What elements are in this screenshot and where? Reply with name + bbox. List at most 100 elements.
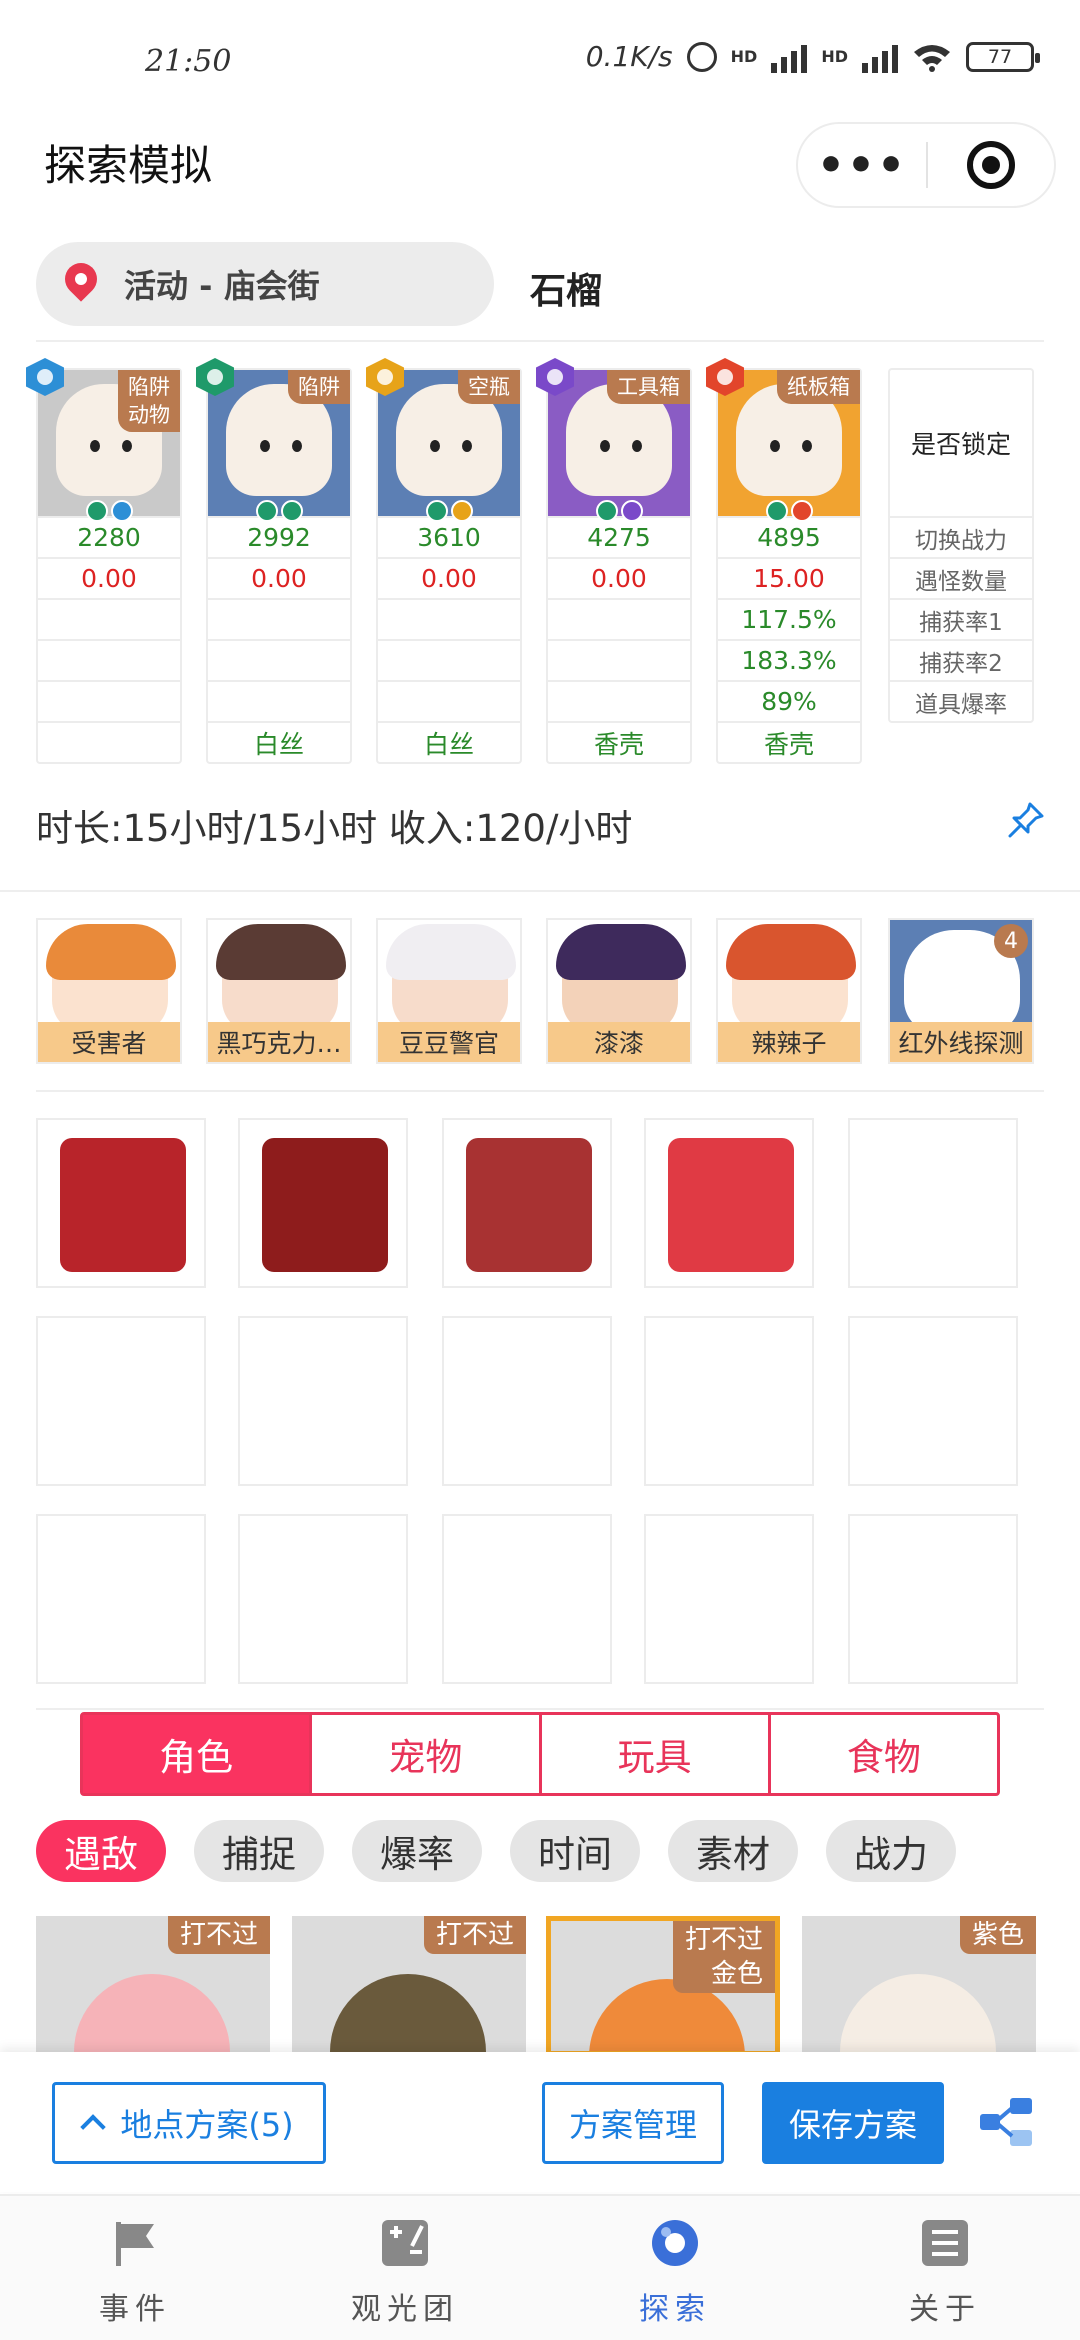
element-icon (706, 358, 744, 396)
page-title: 探索模拟 (44, 141, 213, 190)
more-dots-icon[interactable]: ••• (798, 140, 926, 191)
item-slot-empty[interactable] (36, 1514, 206, 1684)
chip-drop-rate[interactable]: 爆率 (352, 1820, 482, 1882)
status-time: 21:50 (145, 44, 232, 79)
item-slot-filled[interactable] (442, 1118, 612, 1288)
hero-hair (556, 924, 686, 980)
item-slot-empty[interactable] (442, 1316, 612, 1486)
save-plan-button[interactable]: 保存方案 (762, 2082, 944, 2164)
manage-plans-button[interactable]: 方案管理 (542, 2082, 724, 2164)
item-slot-empty[interactable] (848, 1316, 1018, 1486)
capture-rate-1 (378, 598, 520, 639)
tab-pet[interactable]: 宠物 (309, 1715, 538, 1793)
team-portrait[interactable]: 陷阱 动物 (26, 358, 180, 522)
item-slot-empty[interactable] (36, 1316, 206, 1486)
list-icon (922, 2220, 968, 2266)
item-slot-filled[interactable] (36, 1118, 206, 1288)
power-value: 2280 (38, 516, 180, 557)
team-portrait[interactable]: 陷阱 (196, 358, 350, 522)
character-card[interactable]: 紫色 (802, 1916, 1036, 2056)
nav-item-about[interactable]: 关于 (810, 2196, 1080, 2340)
tab-role[interactable]: 角色 (83, 1715, 310, 1793)
monster-count-value: 0.00 (548, 557, 690, 598)
character-card[interactable]: 打不过 (292, 1916, 526, 2056)
character-status-tag: 打不过 金色 (672, 1921, 775, 1993)
chip-encounter[interactable]: 遇敌 (36, 1820, 166, 1882)
duration-income-text: 时长:15小时/15小时 收入:120/小时 (36, 807, 633, 850)
item-slot-empty[interactable] (848, 1514, 1018, 1684)
chip-time[interactable]: 时间 (510, 1820, 640, 1882)
tab-toy[interactable]: 玩具 (538, 1715, 768, 1793)
hero-name: 漆漆 (548, 1022, 690, 1062)
item-slot-empty[interactable] (238, 1316, 408, 1486)
item-slot-filled[interactable] (644, 1118, 814, 1288)
team-member-column[interactable]: 陷阱 2992 0.00 白丝 (196, 358, 352, 764)
hired-hero-card[interactable]: 漆漆 (546, 918, 692, 1064)
hero-hair (726, 924, 856, 980)
monster-count-value: 0.00 (208, 557, 350, 598)
count-badge: 4 (994, 924, 1028, 958)
avatar-eye (90, 440, 100, 452)
drop-rate-value: 89% (718, 680, 860, 721)
item-slot-filled[interactable] (238, 1118, 408, 1288)
monster-count-value: 15.00 (718, 557, 860, 598)
alarm-icon (686, 41, 717, 72)
team-member-column[interactable]: 空瓶 3610 0.00 白丝 (366, 358, 522, 764)
team-portrait[interactable]: 纸板箱 (706, 358, 860, 522)
close-target-button[interactable] (928, 141, 1054, 189)
team-member-column[interactable]: 工具箱 4275 0.00 香壳 (536, 358, 692, 764)
chip-capture[interactable]: 捕捉 (194, 1820, 324, 1882)
sort-filter-chips: 遇敌 捕捉 爆率 时间 素材 战力 (36, 1820, 956, 1882)
chip-material[interactable]: 素材 (668, 1820, 798, 1882)
trait-badge: 空瓶 (458, 370, 520, 404)
lock-column[interactable]: 是否锁定 切换战力 遇怪数量 捕获率1 捕获率2 道具爆率 (888, 368, 1034, 723)
item-slot-empty[interactable] (644, 1316, 814, 1486)
hired-hero-card[interactable]: 受害者 (36, 918, 182, 1064)
network-speed: 0.1K/s (585, 40, 673, 73)
power-value: 2992 (208, 516, 350, 557)
team-member-column[interactable]: 纸板箱 4895 15.00 117.5% 183.3% 89% 香壳 (706, 358, 862, 764)
hero-name: 黑巧克力… (208, 1022, 350, 1062)
hired-hero-card[interactable]: 红外线探测 4 (888, 918, 1034, 1064)
nav-label: 探索 (639, 2292, 711, 2327)
character-card[interactable]: 打不过 金色 (546, 1916, 780, 2056)
lock-header[interactable]: 是否锁定 (890, 370, 1032, 516)
team-member-column[interactable]: 陷阱 动物 2280 0.00 (26, 358, 182, 764)
skill-icon (255, 500, 278, 522)
flag-icon (116, 2222, 154, 2266)
bottom-nav: 事件 观光团 探索 关于 (0, 2194, 1080, 2340)
avatar-eye (122, 440, 132, 452)
tab-food[interactable]: 食物 (767, 1715, 997, 1793)
capture-rate-1 (208, 598, 350, 639)
chip-power[interactable]: 战力 (826, 1820, 956, 1882)
material-value: 白丝 (378, 721, 520, 762)
location-selector[interactable]: 活动 - 庙会街 (36, 242, 494, 326)
team-portrait[interactable]: 空瓶 (366, 358, 520, 522)
skill-icons (378, 500, 520, 522)
hired-hero-card[interactable]: 豆豆警官 (376, 918, 522, 1064)
lock-row-label: 捕获率2 (890, 639, 1032, 680)
nav-item-explore[interactable]: 探索 (540, 2196, 810, 2340)
item-slot-empty[interactable] (848, 1118, 1018, 1288)
hired-hero-card[interactable]: 黑巧克力… (206, 918, 352, 1064)
character-portrait (74, 1974, 230, 2056)
location-plans-button[interactable]: 地点方案(5) (52, 2082, 326, 2164)
item-slot-empty[interactable] (238, 1514, 408, 1684)
monster-count-value: 0.00 (378, 557, 520, 598)
item-image (668, 1138, 794, 1272)
team-portrait[interactable]: 工具箱 (536, 358, 690, 522)
item-slot-empty[interactable] (644, 1514, 814, 1684)
item-slot-empty[interactable] (442, 1514, 612, 1684)
hired-hero-card[interactable]: 辣辣子 (716, 918, 862, 1064)
skill-icons (718, 500, 860, 522)
share-icon[interactable] (978, 2096, 1034, 2148)
calculator-icon (382, 2220, 428, 2266)
nav-item-events[interactable]: 事件 (0, 2196, 270, 2340)
drop-rate-value (548, 680, 690, 721)
pin-icon[interactable] (1006, 800, 1046, 840)
character-card[interactable]: 打不过 (36, 1916, 270, 2056)
location-name: 石榴 (530, 271, 603, 312)
nav-item-tour[interactable]: 观光团 (270, 2196, 540, 2340)
trait-badge: 陷阱 (288, 370, 350, 404)
hero-hair (216, 924, 346, 980)
